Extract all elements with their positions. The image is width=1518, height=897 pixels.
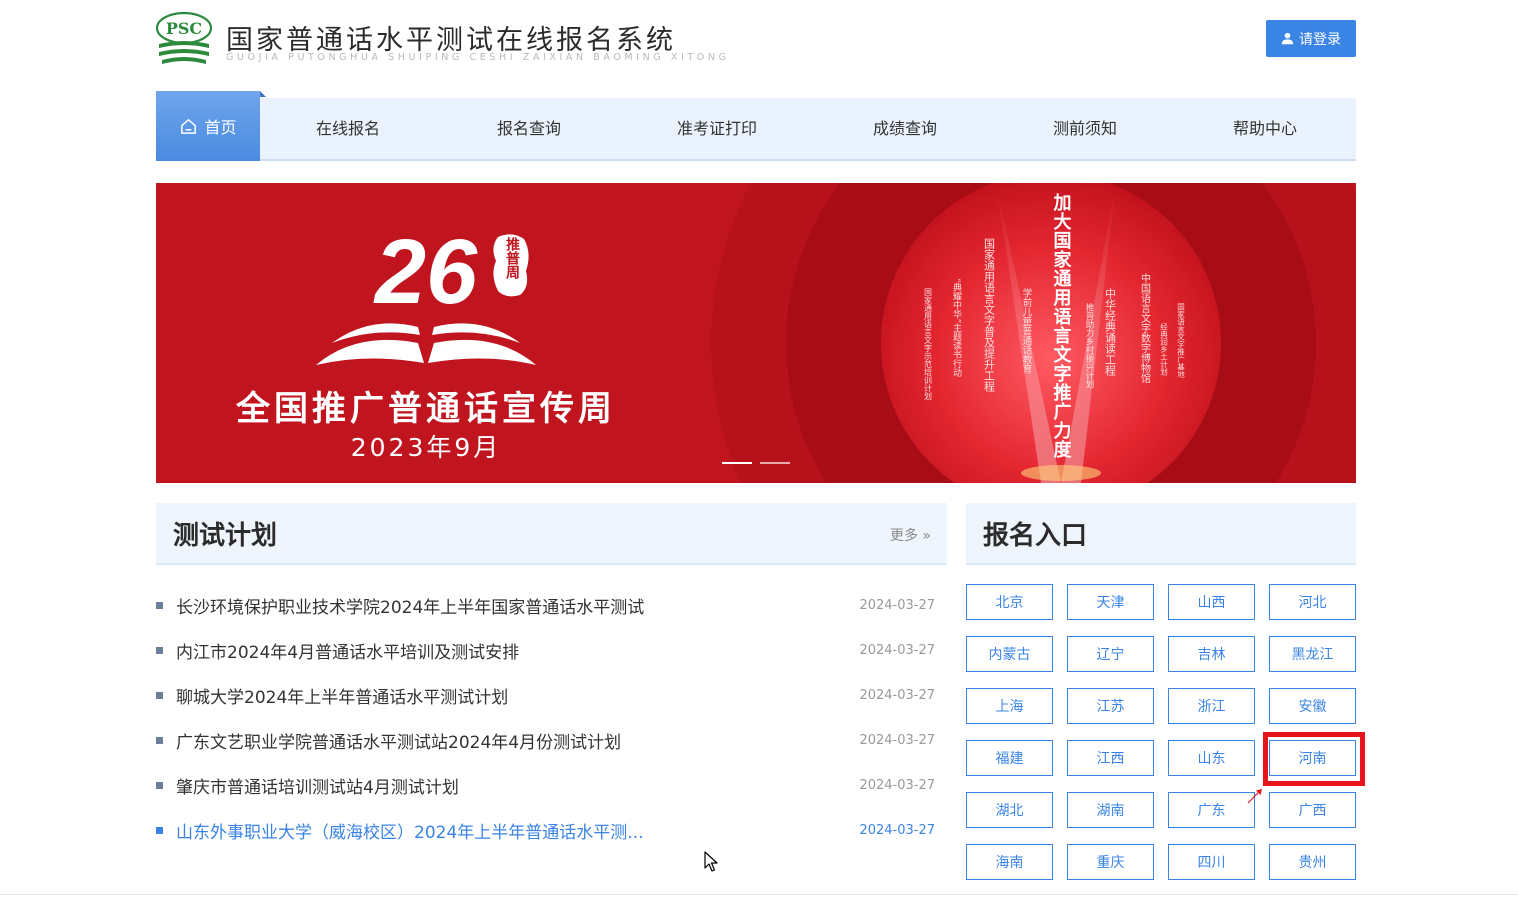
banner-vertical-text: 经典润乡土计划 xyxy=(1159,322,1168,376)
province-button-hubei[interactable]: 湖北 xyxy=(966,792,1053,828)
list-item-date: 2024-03-27 xyxy=(859,778,935,793)
nav-pre-test-notice[interactable]: 测前须知 xyxy=(1025,98,1145,159)
banner-vertical-text: 中华经典诵读工程 xyxy=(1104,288,1117,377)
province-button-guangdong[interactable]: 广东 xyxy=(1168,792,1255,828)
list-item-title[interactable]: 长沙环境保护职业技术学院2024年上半年国家普通话水平测试 xyxy=(176,593,947,618)
bullet-icon xyxy=(156,782,163,789)
province-button-sichuan[interactable]: 四川 xyxy=(1168,844,1255,880)
mouse-cursor-icon xyxy=(704,851,718,872)
seal-stamp: 推普周 xyxy=(493,234,529,297)
list-item-date: 2024-03-27 xyxy=(859,823,935,838)
province-button-neimenggu[interactable]: 内蒙古 xyxy=(966,636,1053,672)
bullet-icon xyxy=(156,647,163,654)
list-item-title[interactable]: 广东文艺职业学院普通话水平测试站2024年4月份测试计划 xyxy=(176,728,947,753)
more-link[interactable]: 更多 » xyxy=(890,525,931,545)
province-button-jiangsu[interactable]: 江苏 xyxy=(1067,688,1154,724)
banner-slogan: 加大国家通用语言文字推广力度 xyxy=(1051,193,1073,459)
bullet-icon xyxy=(156,737,163,744)
province-button-hebei[interactable]: 河北 xyxy=(1269,584,1356,620)
banner-date: 2023年9月 xyxy=(351,433,502,462)
province-button-zhejiang[interactable]: 浙江 xyxy=(1168,688,1255,724)
province-button-fujian[interactable]: 福建 xyxy=(966,740,1053,776)
province-button-heilongjiang[interactable]: 黑龙江 xyxy=(1269,636,1356,672)
seal-text: 推普周 xyxy=(504,236,520,280)
province-button-shanxi[interactable]: 山西 xyxy=(1168,584,1255,620)
province-button-anhui[interactable]: 安徽 xyxy=(1269,688,1356,724)
province-button-chongqing[interactable]: 重庆 xyxy=(1067,844,1154,880)
double-chevron-right-icon: » xyxy=(922,528,931,544)
test-plan-title: 测试计划 xyxy=(173,521,278,551)
carousel-dot[interactable] xyxy=(760,462,790,464)
login-button[interactable]: 请登录 xyxy=(1266,20,1356,57)
site-subtitle: GUOJIA PUTONGHUA SHUIPING CESHI ZAIXIAN … xyxy=(226,52,730,63)
list-item-title[interactable]: 内江市2024年4月普通话水平培训及测试安排 xyxy=(176,638,947,663)
page: PSC 国家普通话水平测试在线报名系统 GUOJIA PUTONGHUA SHU… xyxy=(0,0,1518,897)
province-button-jiangxi[interactable]: 江西 xyxy=(1067,740,1154,776)
banner-number: 26 xyxy=(373,221,478,323)
province-button-jilin[interactable]: 吉林 xyxy=(1168,636,1255,672)
list-item[interactable]: 肇庆市普通话培训测试站4月测试计划 2024-03-27 xyxy=(156,763,947,808)
nav-registration-query[interactable]: 报名查询 xyxy=(469,98,589,159)
registration-header: 报名入口 xyxy=(966,503,1356,565)
banner-vertical-text: 国家通用语言文字普及提升工程 xyxy=(983,238,996,393)
banner-vertical-text: 学前儿童普通话教育 xyxy=(1021,287,1033,374)
bullet-icon xyxy=(156,827,163,834)
nav-admission-ticket-print[interactable]: 准考证打印 xyxy=(657,98,777,159)
banner-headline: 全国推广普通话宣传周 xyxy=(235,389,616,429)
banner-vertical-text: 国家通用语言文字示范培训计划 xyxy=(924,288,933,400)
banner-vertical-text: 中国语言文字数字博物馆 xyxy=(1139,272,1151,384)
bullet-icon xyxy=(156,602,163,609)
nav-home-label: 首页 xyxy=(204,118,237,137)
province-button-shandong[interactable]: 山东 xyxy=(1168,740,1255,776)
list-item[interactable]: 长沙环境保护职业技术学院2024年上半年国家普通话水平测试 2024-03-27 xyxy=(156,583,947,628)
province-button-beijing[interactable]: 北京 xyxy=(966,584,1053,620)
bullet-icon xyxy=(156,692,163,699)
highlight-box xyxy=(1263,732,1365,786)
main-nav: 首页 在线报名 报名查询 准考证打印 成绩查询 测前须知 帮助中心 xyxy=(156,91,1356,161)
province-button-shanghai[interactable]: 上海 xyxy=(966,688,1053,724)
header: PSC 国家普通话水平测试在线报名系统 GUOJIA PUTONGHUA SHU… xyxy=(156,12,1356,72)
province-button-liaoning[interactable]: 辽宁 xyxy=(1067,636,1154,672)
banner-carousel[interactable]: 26 推普周 全国推广普通话宣传周 2023年9月 加大国家通用语言文字推广力度… xyxy=(156,183,1356,483)
test-plan-list: 长沙环境保护职业技术学院2024年上半年国家普通话水平测试 2024-03-27 … xyxy=(156,583,947,853)
list-item-title[interactable]: 聊城大学2024年上半年普通话水平测试计划 xyxy=(176,683,947,708)
list-item-date: 2024-03-27 xyxy=(859,598,935,613)
psc-logo[interactable]: PSC xyxy=(156,12,212,68)
list-item-title[interactable]: 山东外事职业大学（威海校区）2024年上半年普通话水平测... xyxy=(176,818,947,843)
logo-text: PSC xyxy=(166,19,202,38)
province-button-hunan[interactable]: 湖南 xyxy=(1067,792,1154,828)
province-button-hainan[interactable]: 海南 xyxy=(966,844,1053,880)
carousel-dot-active[interactable] xyxy=(722,462,752,464)
province-button-tianjin[interactable]: 天津 xyxy=(1067,584,1154,620)
test-plan-header: 测试计划 更多 » xyxy=(156,503,947,565)
nav-online-registration[interactable]: 在线报名 xyxy=(288,98,408,159)
province-button-guangxi[interactable]: 广西 xyxy=(1269,792,1356,828)
nav-home[interactable]: 首页 xyxy=(156,91,266,161)
user-icon xyxy=(1281,32,1294,45)
list-item-date: 2024-03-27 xyxy=(859,733,935,748)
list-item[interactable]: 广东文艺职业学院普通话水平测试站2024年4月份测试计划 2024-03-27 xyxy=(156,718,947,763)
province-button-guizhou[interactable]: 贵州 xyxy=(1269,844,1356,880)
list-item[interactable]: 聊城大学2024年上半年普通话水平测试计划 2024-03-27 xyxy=(156,673,947,718)
nav-score-query[interactable]: 成绩查询 xyxy=(845,98,965,159)
registration-title: 报名入口 xyxy=(983,521,1088,551)
nav-help-center[interactable]: 帮助中心 xyxy=(1205,98,1325,159)
list-item-title[interactable]: 肇庆市普通话培训测试站4月测试计划 xyxy=(176,773,947,798)
banner-vertical-text: 推普助力乡村振兴计划 xyxy=(1084,302,1094,388)
list-item-date: 2024-03-27 xyxy=(859,643,935,658)
login-label: 请登录 xyxy=(1299,30,1341,47)
footer-divider xyxy=(0,894,1518,895)
list-item-date: 2024-03-27 xyxy=(859,688,935,703)
banner-vertical-text: “典耀中华”主题读书行动 xyxy=(951,278,962,378)
home-icon xyxy=(181,118,197,134)
list-item[interactable]: 内江市2024年4月普通话水平培训及测试安排 2024-03-27 xyxy=(156,628,947,673)
list-item-hovered[interactable]: 山东外事职业大学（威海校区）2024年上半年普通话水平测... 2024-03-2… xyxy=(156,808,947,853)
banner-vertical-text: 国家语言文字推广基地 xyxy=(1176,303,1185,379)
more-label: 更多 xyxy=(889,528,918,544)
annotation-arrow-icon xyxy=(1247,789,1262,804)
